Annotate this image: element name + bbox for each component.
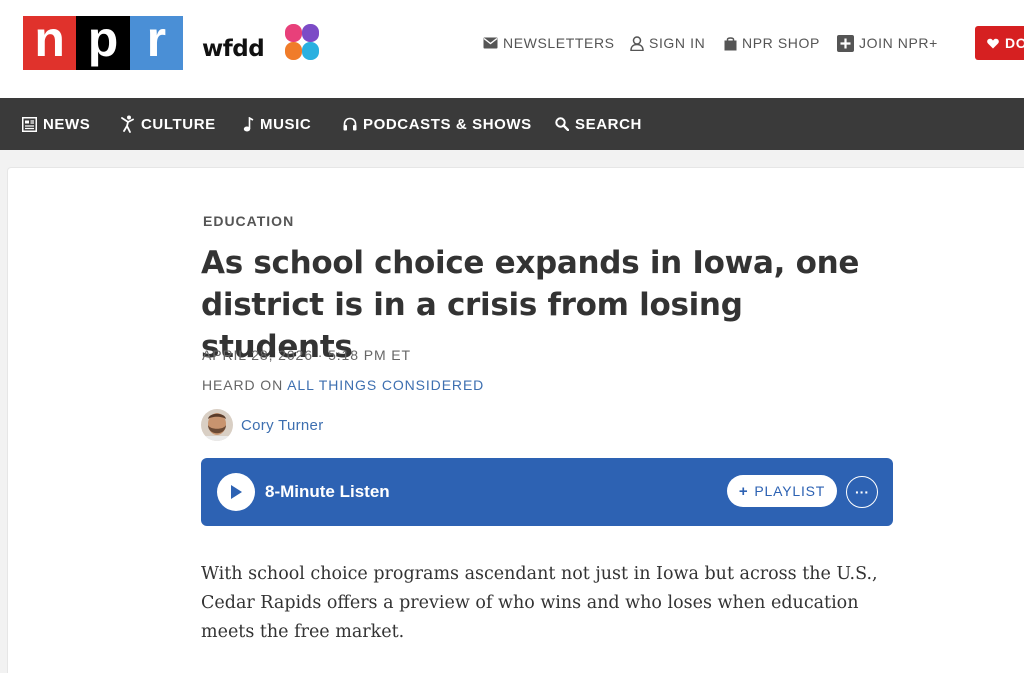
nav-culture-label: CULTURE — [141, 115, 216, 133]
dancer-icon — [121, 115, 134, 133]
sign-in-label: SIGN IN — [649, 35, 706, 51]
author-avatar[interactable] — [201, 409, 233, 441]
heart-icon — [987, 38, 999, 48]
bag-icon — [724, 36, 737, 50]
nav-podcasts-shows[interactable]: PODCASTS & SHOWS — [343, 98, 532, 150]
donate-button[interactable]: DO — [975, 26, 1024, 60]
join-npr-plus-link[interactable]: JOIN NPR+ — [837, 33, 938, 53]
newsletters-link[interactable]: NEWSLETTERS — [483, 33, 615, 53]
npr-logo-letter-r: r — [146, 11, 167, 67]
npr-logo-letter-n: n — [34, 11, 65, 67]
author-name[interactable]: Cory Turner — [241, 417, 324, 434]
nav-music-label: MUSIC — [260, 115, 312, 133]
audio-player: 8-Minute Listen + PLAYLIST ··· — [201, 458, 893, 526]
playlist-label: PLAYLIST — [754, 483, 826, 499]
listen-duration: 8-Minute Listen — [265, 482, 390, 501]
plus-icon: + — [738, 482, 749, 500]
station-logo[interactable]: wfdd — [202, 22, 324, 64]
heard-on-show-link[interactable]: ALL THINGS CONSIDERED — [287, 377, 484, 393]
play-icon — [231, 485, 242, 499]
music-note-icon — [243, 116, 254, 131]
station-name: wfdd — [202, 36, 265, 62]
npr-logo-p: p — [76, 11, 130, 70]
envelope-icon — [483, 37, 498, 49]
search-icon — [555, 117, 569, 131]
newspaper-icon — [22, 116, 37, 132]
more-options-button[interactable]: ··· — [846, 476, 878, 508]
npr-logo[interactable]: n p r — [23, 11, 183, 70]
headphones-icon — [343, 117, 357, 131]
donate-label: DO — [1005, 35, 1024, 51]
nav-music[interactable]: MUSIC — [243, 98, 311, 150]
nav-news-label: NEWS — [43, 115, 91, 133]
main-nav: NEWS CULTURE MUSIC PODCASTS & SHOWS SEAR… — [0, 98, 1024, 150]
nav-search-label: SEARCH — [575, 115, 642, 133]
npr-logo-n: n — [23, 11, 77, 70]
heard-on-prefix: HEARD ON — [202, 377, 284, 393]
article-dateline: APRIL 28, 2026 · 5:18 PM ET — [202, 347, 411, 363]
user-icon — [630, 35, 644, 51]
newsletters-label: NEWSLETTERS — [503, 35, 615, 51]
ellipsis-icon: ··· — [855, 484, 869, 500]
author-photo — [201, 409, 233, 441]
nav-search[interactable]: SEARCH — [555, 98, 642, 150]
article-teaser: With school choice programs ascendant no… — [201, 564, 878, 642]
sign-in-link[interactable]: SIGN IN — [630, 33, 705, 53]
byline: Cory Turner — [201, 408, 324, 442]
site-header: n p r wfdd NEWSLETTERS SIGN IN NPR SHOP — [0, 0, 1024, 98]
join-npr-plus-label: JOIN NPR+ — [859, 35, 938, 51]
article-slug[interactable]: EDUCATION — [203, 213, 294, 229]
nav-culture[interactable]: CULTURE — [121, 98, 216, 150]
npr-logo-r: r — [129, 11, 183, 70]
heard-on: HEARD ON ALL THINGS CONSIDERED — [202, 377, 484, 393]
npr-shop-link[interactable]: NPR SHOP — [724, 33, 820, 53]
nav-podcasts-label: PODCASTS & SHOWS — [363, 115, 532, 133]
npr-logo-letter-p: p — [87, 11, 119, 67]
play-button[interactable] — [217, 473, 255, 511]
station-mark-icon — [285, 24, 319, 60]
plus-square-icon — [837, 34, 854, 52]
add-to-playlist-button[interactable]: + PLAYLIST — [727, 475, 837, 507]
nav-news[interactable]: NEWS — [22, 98, 90, 150]
npr-shop-label: NPR SHOP — [742, 35, 820, 51]
